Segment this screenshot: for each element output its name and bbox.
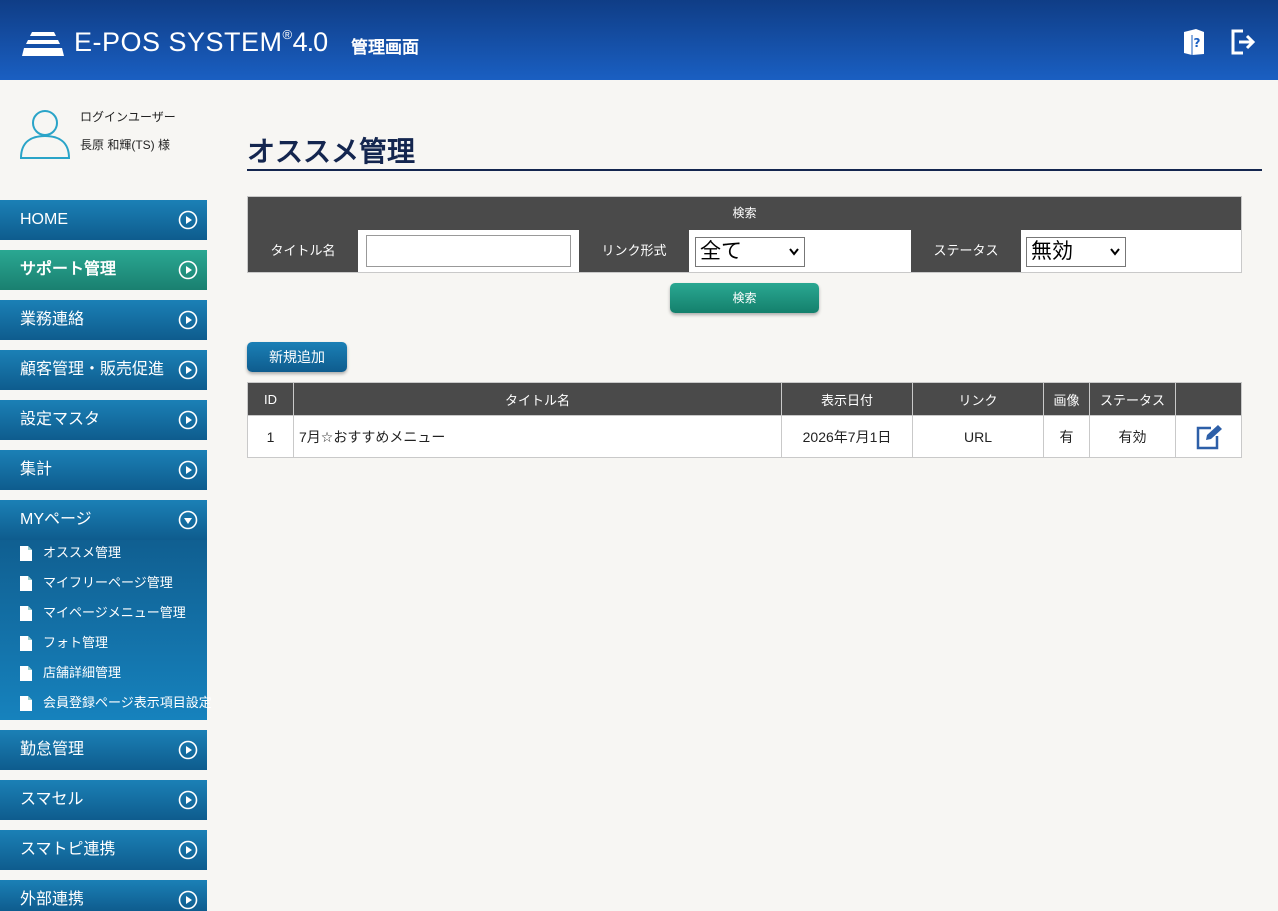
cell-status: 有効 (1089, 415, 1176, 458)
cell-link: URL (912, 415, 1044, 458)
sidebar-item-smacell[interactable]: スマセル (0, 780, 207, 820)
login-user-label: ログインユーザー (80, 110, 176, 124)
app-logo: E-POS SYSTEM®4.0 (74, 27, 329, 57)
user-avatar-icon (19, 110, 71, 159)
cell-edit (1175, 415, 1242, 458)
play-circle-icon (178, 210, 198, 230)
col-header-id: ID (247, 382, 294, 416)
sidebar-item-label: 外部連携 (20, 891, 85, 908)
col-header-status: ステータス (1089, 382, 1176, 416)
play-circle-icon (178, 310, 198, 330)
sidebar-item-smatopi[interactable]: スマトピ連携 (0, 830, 207, 870)
play-circle-icon (178, 460, 198, 480)
table-row: 1 7月☆おすすめメニュー 2026年7月1日 URL 有 有効 (247, 415, 1242, 458)
document-icon (20, 636, 32, 651)
sidebar-item-label: 顧客管理・販売促進 (20, 361, 165, 378)
title-filter-label: タイトル名 (248, 230, 358, 272)
document-icon (20, 696, 32, 711)
status-filter-label: ステータス (911, 230, 1021, 272)
table-header-row: ID タイトル名 表示日付 リンク 画像 ステータス (247, 382, 1242, 416)
cell-date: 2026年7月1日 (781, 415, 913, 458)
sidebar-item-summary[interactable]: 集計 (0, 450, 207, 490)
play-circle-icon (178, 360, 198, 380)
cell-image: 有 (1043, 415, 1090, 458)
search-panel: 検索 タイトル名 リンク形式 全て ステータス 無効 (247, 196, 1242, 273)
logo-version: 4.0 (292, 27, 329, 57)
col-header-date: 表示日付 (781, 382, 913, 416)
sidebar-item-label: 勤怠管理 (20, 741, 85, 758)
submenu-item-label: フォト管理 (43, 635, 109, 650)
play-circle-icon (178, 790, 198, 810)
help-book-icon[interactable]: ? (1182, 28, 1208, 56)
document-icon (20, 666, 32, 681)
sidebar-item-home[interactable]: HOME (0, 200, 207, 240)
status-selected: 無効 (1031, 240, 1073, 263)
app-subtitle: 管理画面 (351, 38, 419, 57)
submenu-item-store-detail[interactable]: 店舗詳細管理 (0, 660, 207, 690)
sidebar-item-label: HOME (20, 211, 68, 228)
sidebar-item-settings[interactable]: 設定マスタ (0, 400, 207, 440)
login-user-name: 長原 和輝(TS) 様 (80, 138, 170, 152)
cell-title: 7月☆おすすめメニュー (293, 415, 782, 458)
title-search-input[interactable] (366, 235, 571, 267)
play-circle-icon (178, 260, 198, 280)
app-header: E-POS SYSTEM®4.0 管理画面 ? (0, 0, 1278, 80)
sidebar-item-external[interactable]: 外部連携 (0, 880, 207, 911)
play-circle-icon (178, 840, 198, 860)
sidebar-item-label: スマセル (20, 791, 84, 808)
add-new-button[interactable]: 新規追加 (247, 342, 347, 372)
chevron-down-icon (789, 248, 799, 256)
submenu-item-mypage-menu[interactable]: マイページメニュー管理 (0, 600, 207, 630)
sidebar-item-label: 集計 (20, 461, 53, 478)
submenu-item-label: マイページメニュー管理 (43, 605, 186, 620)
chevron-down-circle-icon (178, 510, 198, 530)
play-circle-icon (178, 740, 198, 760)
title-divider (247, 169, 1262, 171)
logo-mark-icon (22, 32, 64, 56)
col-header-edit (1175, 382, 1242, 416)
logo-registered-mark: ® (282, 27, 293, 42)
status-select[interactable]: 無効 (1026, 237, 1126, 267)
submenu-item-recommend[interactable]: オススメ管理 (0, 540, 207, 570)
submenu-item-member-fields[interactable]: 会員登録ページ表示項目設定 (0, 690, 212, 720)
mypage-submenu: オススメ管理 マイフリーページ管理 マイページメニュー管理 フォト管理 店舗詳細… (0, 540, 212, 720)
col-header-link: リンク (912, 382, 1044, 416)
sidebar-item-customer[interactable]: 顧客管理・販売促進 (0, 350, 207, 390)
submenu-item-free-page[interactable]: マイフリーページ管理 (0, 570, 207, 600)
edit-icon[interactable] (1195, 424, 1223, 450)
link-filter-label: リンク形式 (579, 230, 689, 272)
col-header-title: タイトル名 (293, 382, 782, 416)
play-circle-icon (178, 890, 198, 910)
document-icon (20, 546, 32, 561)
submenu-item-label: 会員登録ページ表示項目設定 (43, 695, 212, 710)
sidebar-item-business-contact[interactable]: 業務連絡 (0, 300, 207, 340)
submenu-item-photo[interactable]: フォト管理 (0, 630, 207, 660)
document-icon (20, 606, 32, 621)
chevron-down-icon (1110, 248, 1120, 256)
submenu-item-label: マイフリーページ管理 (43, 575, 173, 590)
link-type-selected: 全て (700, 240, 742, 263)
cell-id: 1 (247, 415, 294, 458)
sidebar-item-label: スマトピ連携 (20, 841, 116, 858)
sidebar-item-support[interactable]: サポート管理 (0, 250, 207, 290)
sidebar-item-label: MYページ (20, 511, 92, 528)
submenu-item-label: 店舗詳細管理 (43, 665, 122, 680)
play-circle-icon (178, 410, 198, 430)
svg-text:?: ? (1194, 36, 1201, 50)
sidebar-item-label: サポート管理 (20, 261, 117, 278)
submenu-item-label: オススメ管理 (43, 545, 122, 560)
search-panel-header: 検索 (248, 197, 1241, 230)
document-icon (20, 576, 32, 591)
sidebar-item-label: 設定マスタ (20, 411, 101, 428)
search-button[interactable]: 検索 (670, 283, 819, 313)
sidebar-item-attendance[interactable]: 勤怠管理 (0, 730, 207, 770)
sidebar-item-label: 業務連絡 (20, 311, 85, 328)
logout-icon[interactable] (1230, 28, 1256, 56)
sidebar-item-mypage[interactable]: MYページ (0, 500, 207, 540)
recommend-table: ID タイトル名 表示日付 リンク 画像 ステータス 1 7月☆おすすめメニュー… (247, 382, 1242, 458)
link-type-select[interactable]: 全て (695, 237, 805, 267)
page-title: オススメ管理 (247, 136, 416, 167)
col-header-image: 画像 (1043, 382, 1090, 416)
